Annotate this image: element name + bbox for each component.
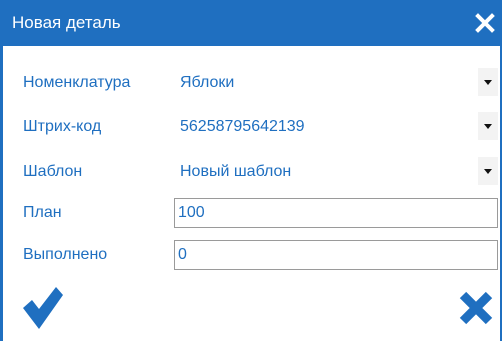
caret-down-icon	[484, 123, 492, 129]
template-select-value[interactable]: Новый шаблон	[180, 163, 291, 181]
cross-icon[interactable]	[458, 290, 494, 331]
template-label: Шаблон	[23, 163, 83, 180]
nomenclature-select-value[interactable]: Яблоки	[180, 74, 234, 92]
caret-down-icon	[484, 168, 492, 174]
barcode-label: Штрих-код	[23, 118, 102, 135]
checkmark-icon[interactable]	[23, 287, 63, 334]
nomenclature-label: Номенклатура	[23, 74, 131, 91]
new-detail-dialog: Новая деталь Номенклатура Яблоки Штрих-к…	[0, 0, 502, 341]
done-row: Выполнено 0	[3, 240, 500, 270]
dialog-titlebar: Новая деталь	[0, 0, 502, 46]
dialog-title: Новая деталь	[12, 13, 121, 32]
template-row: Шаблон Новый шаблон	[3, 157, 500, 187]
template-dropdown-button[interactable]	[478, 157, 498, 185]
done-label: Выполнено	[23, 246, 108, 263]
plan-row: План 100	[3, 198, 500, 228]
nomenclature-row: Номенклатура Яблоки	[3, 68, 500, 98]
barcode-row: Штрих-код 56258795642139	[3, 112, 500, 142]
caret-down-icon	[484, 79, 492, 85]
nomenclature-dropdown-button[interactable]	[478, 68, 498, 96]
done-input[interactable]: 0	[174, 240, 498, 270]
plan-label: План	[23, 204, 62, 221]
barcode-select-value[interactable]: 56258795642139	[180, 118, 305, 136]
close-icon[interactable]	[474, 12, 496, 34]
plan-input[interactable]: 100	[174, 198, 498, 228]
barcode-dropdown-button[interactable]	[478, 112, 498, 140]
